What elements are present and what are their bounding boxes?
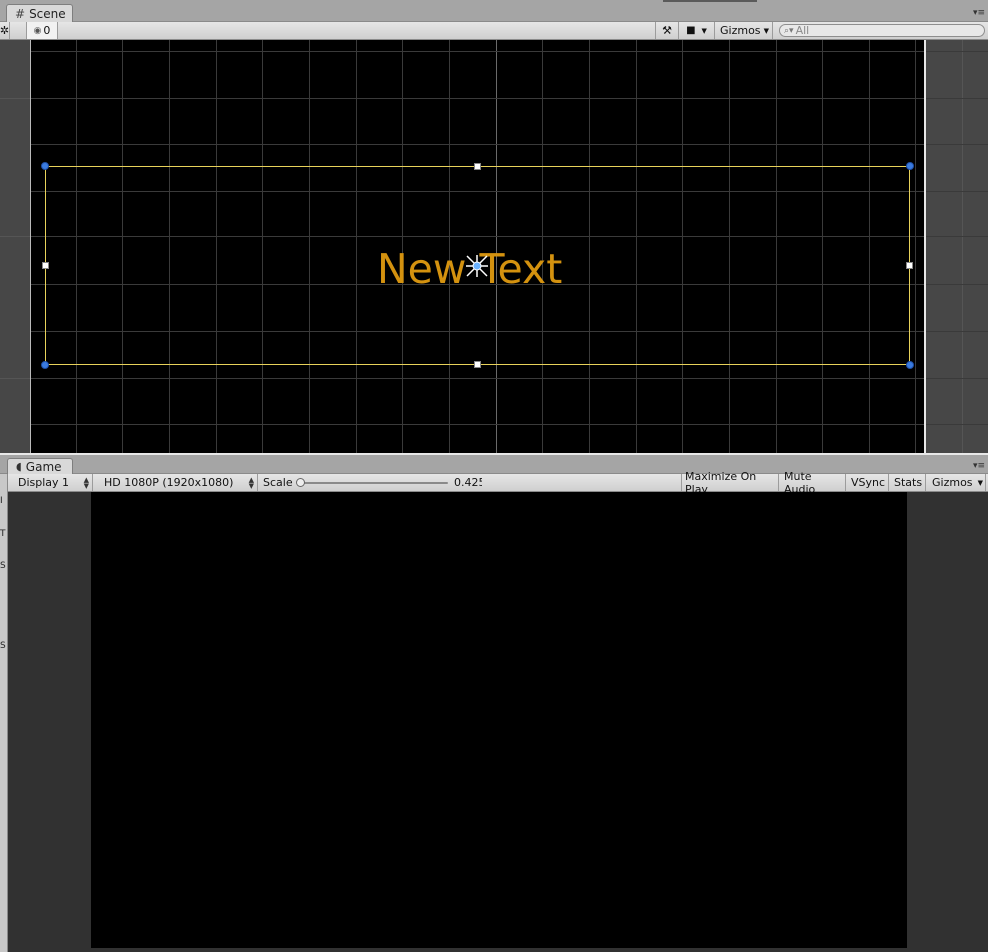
tab-scene-label: Scene	[29, 6, 66, 21]
tab-scene[interactable]: # Scene	[6, 4, 73, 22]
stats-toggle[interactable]: Stats	[889, 474, 926, 491]
scale-control: Scale 0.425	[258, 474, 683, 491]
scale-slider-thumb[interactable]	[296, 478, 305, 487]
grid-line	[30, 378, 988, 379]
edge-handle[interactable]	[42, 262, 49, 269]
gizmos-label: Gizmos	[720, 24, 761, 37]
maximize-on-play-toggle[interactable]: Maximize On Play	[681, 470, 779, 496]
edge-handle[interactable]	[474, 361, 481, 368]
canvas-border	[30, 40, 31, 453]
scale-slider-track[interactable]	[298, 482, 448, 484]
fragment-text: I	[0, 496, 3, 506]
scale-label: Scale	[263, 476, 293, 489]
panel-menu-icon[interactable]: ▾≡	[973, 8, 985, 18]
hidden-layers-toggle[interactable]: ◉ 0	[26, 22, 58, 39]
window-edge	[663, 0, 757, 2]
corner-handle[interactable]	[906, 162, 914, 170]
corner-handle[interactable]	[906, 361, 914, 369]
scene-search-input[interactable]: ⌕▾ All	[779, 24, 985, 37]
chevron-down-icon: ▼	[977, 478, 983, 487]
display-label: Display 1	[18, 476, 70, 489]
camera-icon: ■	[686, 25, 696, 36]
scene-viewport[interactable]: New Text	[0, 40, 988, 453]
canvas-border	[924, 40, 926, 453]
resolution-dropdown[interactable]: HD 1080P (1920x1080) ▲ ▼	[99, 474, 258, 491]
tab-game-label: Game	[25, 459, 62, 474]
effects-icon[interactable]: ✲	[0, 22, 10, 39]
fragment-text: S	[0, 641, 6, 651]
scale-value: 0.425	[454, 476, 482, 489]
eye-icon: ◉	[33, 25, 42, 36]
grid-line	[30, 98, 988, 99]
pivot-icon[interactable]	[464, 253, 490, 279]
display-dropdown[interactable]: Display 1 ▲ ▼	[13, 474, 93, 491]
fragment-text: S	[0, 561, 6, 571]
grid-icon: #	[15, 6, 26, 21]
grid-line	[30, 424, 988, 425]
gizmos-dropdown[interactable]: Gizmos ▼	[715, 22, 773, 39]
updown-icon: ▲ ▼	[83, 476, 89, 490]
camera-dropdown[interactable]: ■ ▼	[679, 22, 715, 39]
vsync-label: VSync	[851, 476, 886, 489]
scene-toolbar: ✲ ◉ 0 ⚒ ■ ▼ Gizmos ▼ ⌕▾ All	[0, 22, 988, 40]
vsync-toggle[interactable]: VSync	[846, 474, 889, 491]
hidden-count: 0	[43, 24, 51, 37]
game-gizmos-dropdown[interactable]: Gizmos ▼	[926, 474, 986, 491]
fragment-text: T	[0, 529, 6, 539]
game-viewport[interactable]	[8, 492, 988, 952]
updown-icon: ▲ ▼	[248, 476, 254, 490]
left-panel-edge: I T S S	[0, 474, 8, 952]
mute-audio-toggle[interactable]: Mute Audio	[779, 470, 846, 496]
chevron-down-icon: ▼	[701, 26, 707, 35]
game-toolbar: Display 1 ▲ ▼ HD 1080P (1920x1080) ▲ ▼ Sca…	[8, 470, 988, 496]
tools-icon[interactable]: ⚒	[655, 22, 679, 39]
search-placeholder: All	[795, 24, 810, 37]
grid-line	[30, 144, 988, 145]
edge-handle[interactable]	[474, 163, 481, 170]
grid-line	[962, 40, 963, 453]
corner-handle[interactable]	[41, 162, 49, 170]
panel-menu-icon[interactable]: ▾≡	[973, 461, 985, 471]
resolution-label: HD 1080P (1920x1080)	[104, 476, 234, 489]
search-icon: ⌕▾	[784, 25, 794, 36]
grid-line	[30, 51, 988, 52]
game-render-area	[91, 492, 907, 948]
edge-handle[interactable]	[906, 262, 913, 269]
pacman-icon: ◖	[16, 460, 22, 473]
chevron-down-icon: ▼	[763, 26, 769, 35]
corner-handle[interactable]	[41, 361, 49, 369]
grid-line	[915, 40, 916, 453]
stats-label: Stats	[894, 476, 923, 489]
gizmos-label: Gizmos	[932, 476, 973, 489]
tab-game[interactable]: ◖ Game	[7, 458, 73, 474]
scene-tab-strip: # Scene ▾≡	[0, 0, 988, 22]
